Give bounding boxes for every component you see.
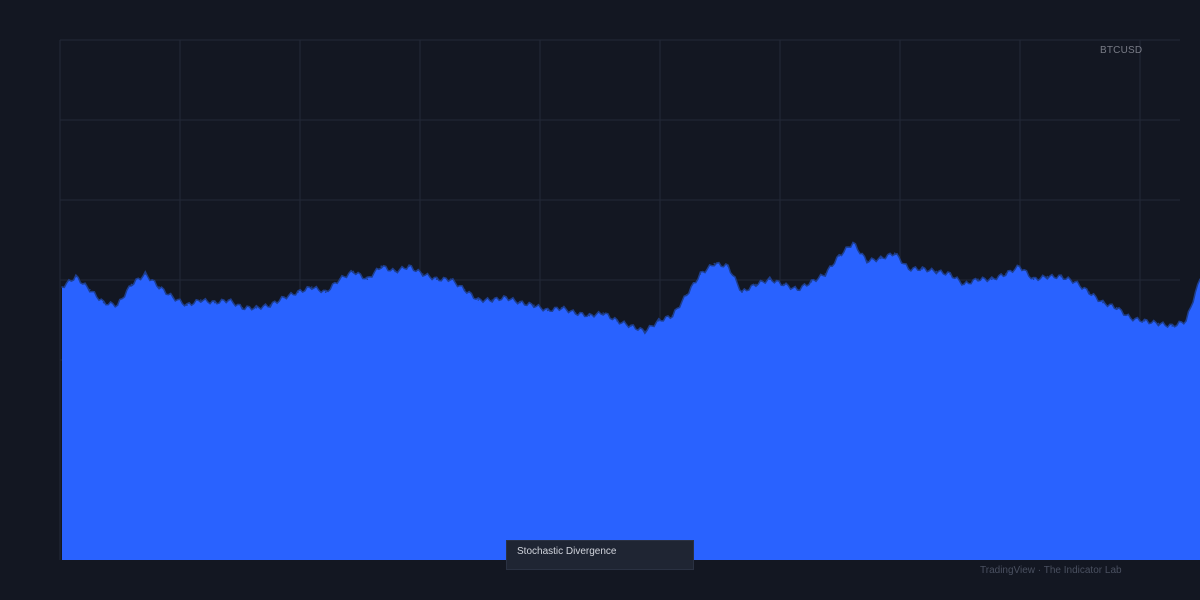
data-point [241, 307, 244, 309]
data-point [935, 270, 938, 273]
data-point [435, 278, 438, 281]
data-point [422, 273, 424, 275]
data-point [1171, 325, 1173, 327]
data-point [380, 265, 383, 268]
data-point [158, 286, 160, 288]
data-point [297, 291, 299, 294]
data-point [144, 273, 147, 275]
data-point [227, 299, 230, 301]
data-point [1129, 317, 1132, 320]
data-point [824, 273, 827, 275]
data-point [352, 270, 355, 273]
data-point [713, 262, 716, 265]
data-point [116, 304, 119, 307]
indicator-name-tag[interactable]: Stochastic Divergence [506, 540, 694, 570]
data-point [727, 265, 729, 268]
data-point [1046, 275, 1049, 278]
data-point [213, 301, 216, 304]
data-point [658, 320, 660, 322]
data-point [477, 299, 480, 301]
data-point [977, 278, 979, 281]
data-point [172, 296, 174, 299]
data-point [311, 286, 313, 288]
data-point [796, 288, 799, 291]
data-point [1018, 265, 1021, 268]
data-point [269, 304, 272, 307]
data-point [186, 304, 188, 307]
data-point [519, 301, 521, 304]
data-point [602, 312, 604, 314]
data-point [574, 312, 577, 314]
data-point [366, 278, 369, 281]
data-point [588, 314, 591, 317]
data-point [255, 307, 258, 309]
data-point [630, 325, 632, 327]
data-point [408, 265, 410, 268]
data-point [852, 242, 854, 244]
data-point [949, 273, 951, 275]
data-point [533, 304, 535, 307]
data-point [75, 275, 77, 278]
data-point [1032, 278, 1035, 281]
data-point [1088, 291, 1090, 294]
data-point [1143, 320, 1146, 322]
data-point [1115, 307, 1118, 309]
data-point [616, 320, 618, 322]
data-point [893, 252, 896, 254]
data-point [685, 294, 688, 296]
data-point [394, 270, 396, 273]
data-point [449, 278, 452, 281]
data-point [921, 268, 924, 270]
symbol-label: BTCUSD [1100, 45, 1143, 56]
data-point [755, 283, 757, 286]
data-point [671, 314, 674, 317]
data-point [880, 257, 882, 260]
data-point [907, 268, 910, 270]
data-point [1074, 281, 1076, 283]
data-point [741, 291, 743, 294]
data-point [61, 286, 63, 288]
data-point [89, 288, 91, 291]
indicator-name-label: Stochastic Divergence [517, 546, 617, 557]
data-point [866, 260, 868, 262]
data-point [769, 278, 771, 281]
data-point [560, 307, 563, 309]
data-point [963, 283, 965, 286]
data-point [324, 291, 327, 294]
data-point [102, 301, 105, 304]
chart-stage: BTCUSD Stochastic Divergence TradingView… [0, 0, 1200, 600]
data-point [546, 309, 549, 312]
data-point [991, 278, 993, 281]
data-point [782, 283, 785, 286]
data-point [1060, 275, 1062, 278]
data-point [838, 255, 840, 257]
data-point [1102, 301, 1104, 304]
data-point [505, 296, 507, 299]
data-point [699, 273, 702, 275]
data-point [810, 281, 813, 283]
data-point [200, 299, 202, 301]
attribution-text: TradingView · The Indicator Lab [980, 565, 1122, 576]
data-point [1157, 322, 1160, 325]
data-point [338, 278, 341, 281]
data-point [1185, 320, 1187, 322]
price-area-fill [62, 242, 1200, 560]
data-point [463, 288, 466, 291]
data-point [644, 330, 646, 333]
data-point [491, 299, 494, 301]
price-area-chart [59, 39, 1200, 560]
data-point [130, 283, 133, 286]
data-point [283, 296, 285, 299]
data-point [1004, 273, 1007, 275]
